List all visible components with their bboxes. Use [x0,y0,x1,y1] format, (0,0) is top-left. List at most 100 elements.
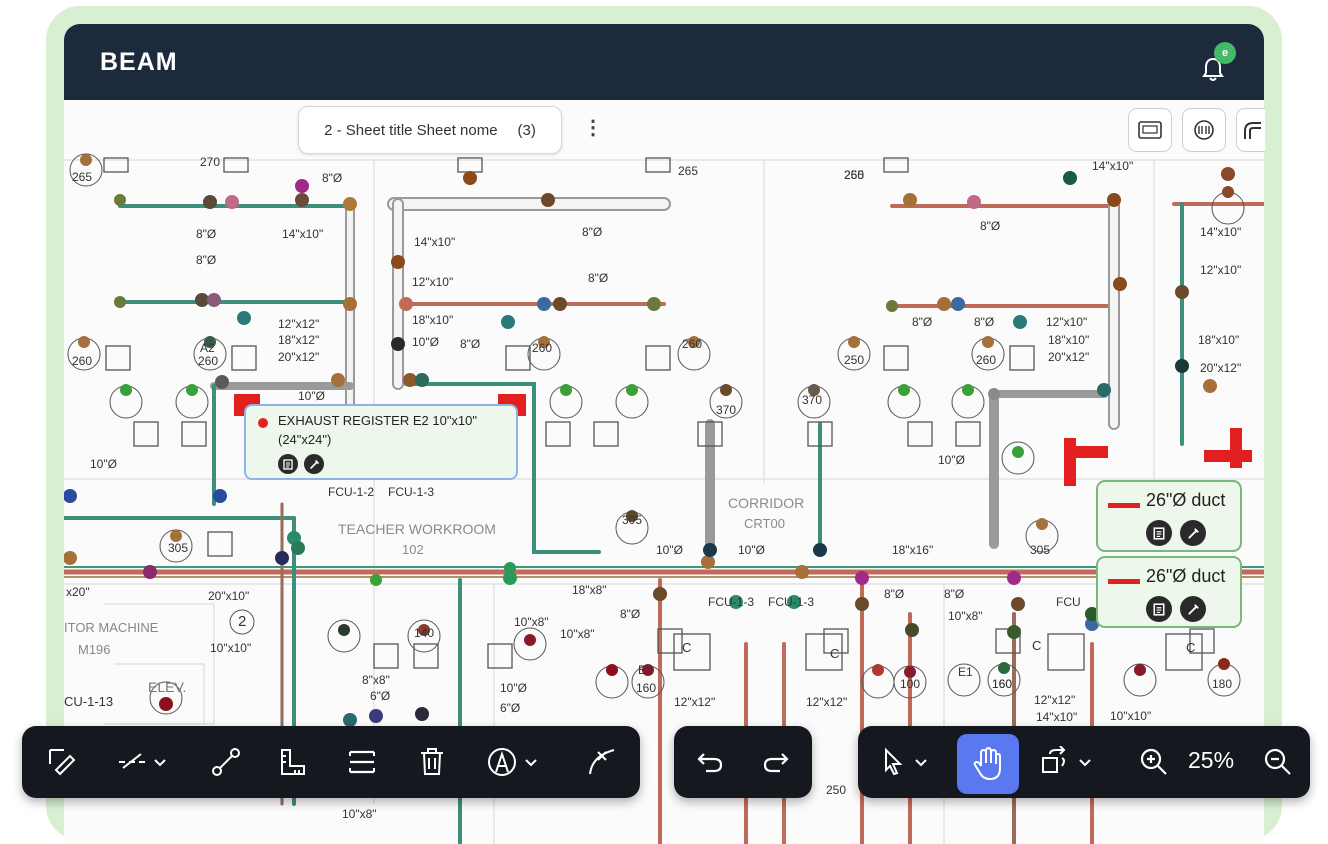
pan-tool-button[interactable] [957,734,1019,794]
layers-button[interactable] [1182,108,1226,152]
plan-label-r2: 270 [200,155,220,169]
plan-label-r1: 265 [72,170,92,184]
duct-label-d44: 12"x12" [674,695,715,709]
pencil-icon [309,459,319,469]
duct-tool-button[interactable] [1236,108,1265,152]
plan-label-r8: 260 [532,341,552,355]
selected-item-popup[interactable]: EXHAUST REGISTER E2 10"x10" (24"x24") [244,404,518,480]
fcu-label-1: FCU-1-2 [328,485,374,499]
plan-label-r25: 305 [622,513,642,527]
duct-label-d35: 10"x8" [560,627,595,641]
duct-label-d11: 10"Ø [412,335,439,349]
duct-label-d29: 18"x16" [892,543,933,557]
duct-label-d36: 10"x8" [948,609,983,623]
top-bar: BEAM e [64,24,1264,100]
duct-label-d30: 18"x8" [572,583,607,597]
fcu-label-2: FCU-1-3 [388,485,434,499]
duct-label-d27: 10"Ø [938,453,965,467]
plan-label-r23: 2 [238,613,246,630]
duct-label-d21: 20"x12" [1048,350,1089,364]
duct-card-label: 26"Ø duct [1146,490,1226,510]
more-options-icon[interactable]: ⋮ [583,118,603,138]
redo-icon [763,753,789,773]
zoom-level: 25% [1188,747,1235,773]
duct-card-1[interactable]: 26"Ø duct [1096,480,1242,552]
duct-label-d43: x20" [66,585,90,599]
duct-label-d9: 12"x10" [412,275,453,289]
rotate-icon [1042,746,1091,773]
duct-label-d6: 20"x12" [278,350,319,364]
app-logo: BEAM [100,48,178,76]
measure-button[interactable] [274,744,310,780]
duct-label-d28: 10"Ø [656,543,683,557]
plan-label-r27: 100 [900,677,920,691]
annotation-dropdown[interactable] [486,744,542,780]
duct-label-d2: 14"x10" [282,227,323,241]
duct-label-d23: 12"x10" [1200,263,1241,277]
plan-label-r6: 260 [198,354,218,368]
edit-button[interactable] [1180,596,1206,622]
edit-button[interactable] [304,454,324,474]
duct-label-d38: 6"Ø [500,701,520,715]
cu-label: CU-1-13 [64,694,113,709]
plan-label-r12: 250 [844,168,864,182]
duct-card-label: 26"Ø duct [1146,566,1226,586]
plan-label-r11: 260 [976,353,996,367]
plan-label-r13: 370 [716,403,736,417]
duct-label-d37: 10"Ø [500,681,527,695]
rotate-dropdown[interactable] [1040,744,1098,780]
curve-tool-button[interactable] [584,744,620,780]
markup-pen-button[interactable] [44,744,80,780]
duct-label-d17: 8"Ø [980,219,1000,233]
machine-id: M196 [78,642,111,657]
details-button[interactable] [1146,520,1172,546]
popup-subtitle: (24"x24") [278,432,332,447]
ruler-icon [281,749,305,775]
select-tool-dropdown[interactable] [878,744,934,780]
section-button[interactable] [344,744,380,780]
connect-points-button[interactable] [208,744,244,780]
plan-label-r15: 160 [636,681,656,695]
sheet-selector[interactable]: 2 - Sheet title Sheet nome (3) [298,106,562,154]
zoom-out-button[interactable] [1262,744,1294,780]
pencil-icon [1187,603,1199,615]
dashed-line-icon [119,753,166,769]
line-style-dropdown[interactable] [116,744,170,780]
zoom-out-icon [1264,748,1291,775]
room-label: TEACHER WORKROOM [338,521,496,537]
delete-button[interactable] [414,744,450,780]
duct-label-d49: 10"Ø [738,543,765,557]
edit-button[interactable] [1180,520,1206,546]
node-link-icon [212,748,240,776]
duct-label-d39: 8"x8" [362,673,390,687]
undo-button[interactable] [694,744,726,780]
document-icon [1153,602,1165,616]
zoom-in-icon [1140,748,1167,775]
plan-label-r26: 305 [1030,543,1050,557]
details-button[interactable] [1146,596,1172,622]
sheet-grid-button[interactable] [1128,108,1172,152]
zoom-in-button[interactable] [1138,744,1170,780]
redo-button[interactable] [760,744,792,780]
sheet-grid-icon [1138,121,1162,139]
details-button[interactable] [278,454,298,474]
sheet-count: (3) [517,121,536,139]
duct-color-bar [1108,503,1140,508]
plan-label-r14: 370 [802,393,822,407]
plan-label-r3: 265 [678,164,698,178]
duct-label-d25: 20"x12" [1200,361,1241,375]
duct-card-2[interactable]: 26"Ø duct [1096,556,1242,628]
plan-label-r9: 260 [682,337,702,351]
status-dot [258,418,268,428]
duct-label-d34: 10"x8" [514,615,549,629]
plan-label-r28: C [682,640,691,655]
duct-icon [1244,122,1261,139]
plan-label-r20: E2 [638,663,653,677]
plan-label-r30: C [1032,638,1041,653]
plan-label-r10: 250 [844,353,864,367]
app-window: BEAM e 265 270 265 265 260 A2 260 260 26… [64,24,1264,844]
duct-label-d12: 8"Ø [460,337,480,351]
annotate-icon [488,748,537,776]
duct-label-d18: 8"Ø [912,315,932,329]
duct-label-d10: 18"x10" [412,313,453,327]
